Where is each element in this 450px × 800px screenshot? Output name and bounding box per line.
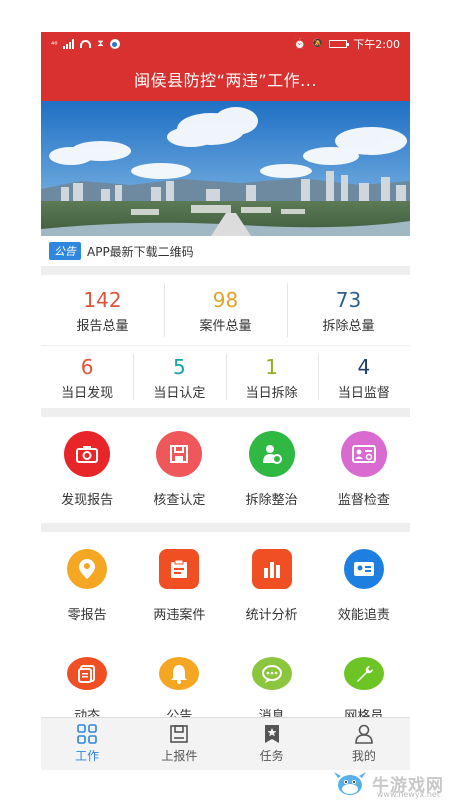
cow-mascot-icon <box>334 772 366 795</box>
status-bar: ⁴⁶ ⧗ ⏰ 🔕 下午2:00 <box>41 32 410 56</box>
func-label: 发现报告 <box>61 493 114 508</box>
tab-label: 上报件 <box>161 749 198 763</box>
func-label: 核查认定 <box>153 493 206 508</box>
announcement-text: APP最新下载二维码 <box>87 244 194 259</box>
status-time: 下午2:00 <box>353 38 400 51</box>
func-verify[interactable]: 核查认定 <box>133 431 225 523</box>
stat-label: 案件总量 <box>199 318 252 334</box>
person-icon <box>355 724 373 744</box>
divider <box>41 523 410 532</box>
tab-label: 工作 <box>75 749 100 763</box>
site-watermark: 牛游戏网 www.newyx.net <box>332 768 444 799</box>
tool-grid-member[interactable]: 网格员 <box>318 654 410 724</box>
stat-value: 5 <box>173 354 186 379</box>
stats-daily: 6 当日发现 5 当日认定 1 当日拆除 4 当日监督 <box>41 345 410 408</box>
func-label: 监督检查 <box>337 493 390 508</box>
mute-icon: 🔕 <box>312 39 324 49</box>
camera-icon <box>64 431 111 477</box>
tool-announcement[interactable]: 公告 <box>133 654 225 724</box>
more-tool-grid: 动态 公告 消息 网格员 <box>41 646 410 724</box>
tab-mine[interactable]: 我的 <box>318 718 410 770</box>
user-gear-icon <box>248 431 295 477</box>
star-flag-icon <box>264 725 279 743</box>
func-supervise[interactable]: 监督检查 <box>318 431 410 523</box>
tool-label: 零报告 <box>67 608 107 623</box>
battery-icon <box>329 40 350 48</box>
tool-grid: 零报告 两违案件 统计分析 效能追责 <box>41 532 410 646</box>
watermark-url: www.newyx.net <box>376 790 440 799</box>
tab-tasks[interactable]: 任务 <box>226 718 318 770</box>
stat-value: 1 <box>265 354 278 379</box>
news-icon <box>67 657 108 690</box>
app-notification-icon <box>109 39 120 49</box>
announcement-bar[interactable]: 公告 APP最新下载二维码 <box>41 236 410 266</box>
stat-label: 当日监督 <box>337 385 390 401</box>
announcement-tag: 公告 <box>49 242 81 260</box>
stat-value: 98 <box>212 287 239 312</box>
stat-daily-demolished[interactable]: 1 当日拆除 <box>225 346 318 408</box>
bar-chart-icon <box>251 549 292 589</box>
location-user-icon <box>67 549 108 589</box>
grid-icon <box>77 724 97 744</box>
stat-case-total[interactable]: 98 案件总量 <box>164 275 287 345</box>
stat-demolish-total[interactable]: 73 拆除总量 <box>287 275 410 345</box>
tool-label: 统计分析 <box>245 608 298 623</box>
tool-zero-report[interactable]: 零报告 <box>41 546 133 646</box>
main-functions: 发现报告 核查认定 拆除整治 监督检查 <box>41 417 410 523</box>
tool-messages[interactable]: 消息 <box>226 654 318 724</box>
tool-label: 两违案件 <box>153 608 206 623</box>
func-demolish[interactable]: 拆除整治 <box>226 431 318 523</box>
stat-daily-found[interactable]: 6 当日发现 <box>41 346 133 408</box>
stat-daily-supervised[interactable]: 4 当日监督 <box>317 346 410 408</box>
stat-label: 当日发现 <box>61 385 114 401</box>
bell-icon <box>159 657 200 690</box>
func-discover-report[interactable]: 发现报告 <box>41 431 133 523</box>
chat-icon <box>251 657 292 690</box>
stat-label: 当日拆除 <box>245 385 298 401</box>
divider <box>41 266 410 275</box>
stat-label: 当日认定 <box>153 385 206 401</box>
stat-daily-confirmed[interactable]: 5 当日认定 <box>133 346 225 408</box>
tab-label: 任务 <box>259 749 284 763</box>
stat-label: 拆除总量 <box>322 318 375 334</box>
tab-label: 我的 <box>351 749 376 763</box>
phone-screen: ⁴⁶ ⧗ ⏰ 🔕 下午2:00 闽侯县防控“两违”工作... 公告 APP最新下… <box>41 32 410 770</box>
stat-value: 6 <box>80 354 94 379</box>
bottom-tab-bar: 工作 上报件 任务 我的 <box>41 717 410 770</box>
hourglass-icon: ⧗ <box>97 39 104 49</box>
wrench-icon <box>343 657 384 690</box>
tab-reports[interactable]: 上报件 <box>133 718 225 770</box>
id-card-icon <box>343 549 384 589</box>
wifi-icon <box>80 40 92 48</box>
stat-value: 142 <box>83 287 122 312</box>
page-title: 闽侯县防控“两违”工作... <box>41 56 410 101</box>
inbox-icon <box>170 725 189 743</box>
clipboard-icon <box>159 549 200 589</box>
tool-statistics[interactable]: 统计分析 <box>226 546 318 646</box>
tool-accountability[interactable]: 效能追责 <box>318 546 410 646</box>
stat-value: 4 <box>357 354 371 379</box>
id-card-search-icon <box>340 431 387 477</box>
tab-work[interactable]: 工作 <box>41 718 133 770</box>
save-icon <box>156 431 203 477</box>
stat-report-total[interactable]: 142 报告总量 <box>41 275 164 345</box>
stat-value: 73 <box>335 287 362 312</box>
city-skyline-photo <box>41 101 410 236</box>
alarm-icon: ⏰ <box>293 38 307 50</box>
banner-image[interactable] <box>41 101 410 236</box>
stat-label: 报告总量 <box>76 318 129 334</box>
divider <box>41 408 410 417</box>
signal-label: ⁴⁶ <box>51 39 58 49</box>
func-label: 拆除整治 <box>245 493 298 508</box>
tool-violation-cases[interactable]: 两违案件 <box>133 546 225 646</box>
tool-news[interactable]: 动态 <box>41 654 133 724</box>
signal-icon <box>63 39 75 49</box>
stats-totals: 142 报告总量 98 案件总量 73 拆除总量 <box>41 275 410 345</box>
tool-label: 效能追责 <box>337 608 390 623</box>
